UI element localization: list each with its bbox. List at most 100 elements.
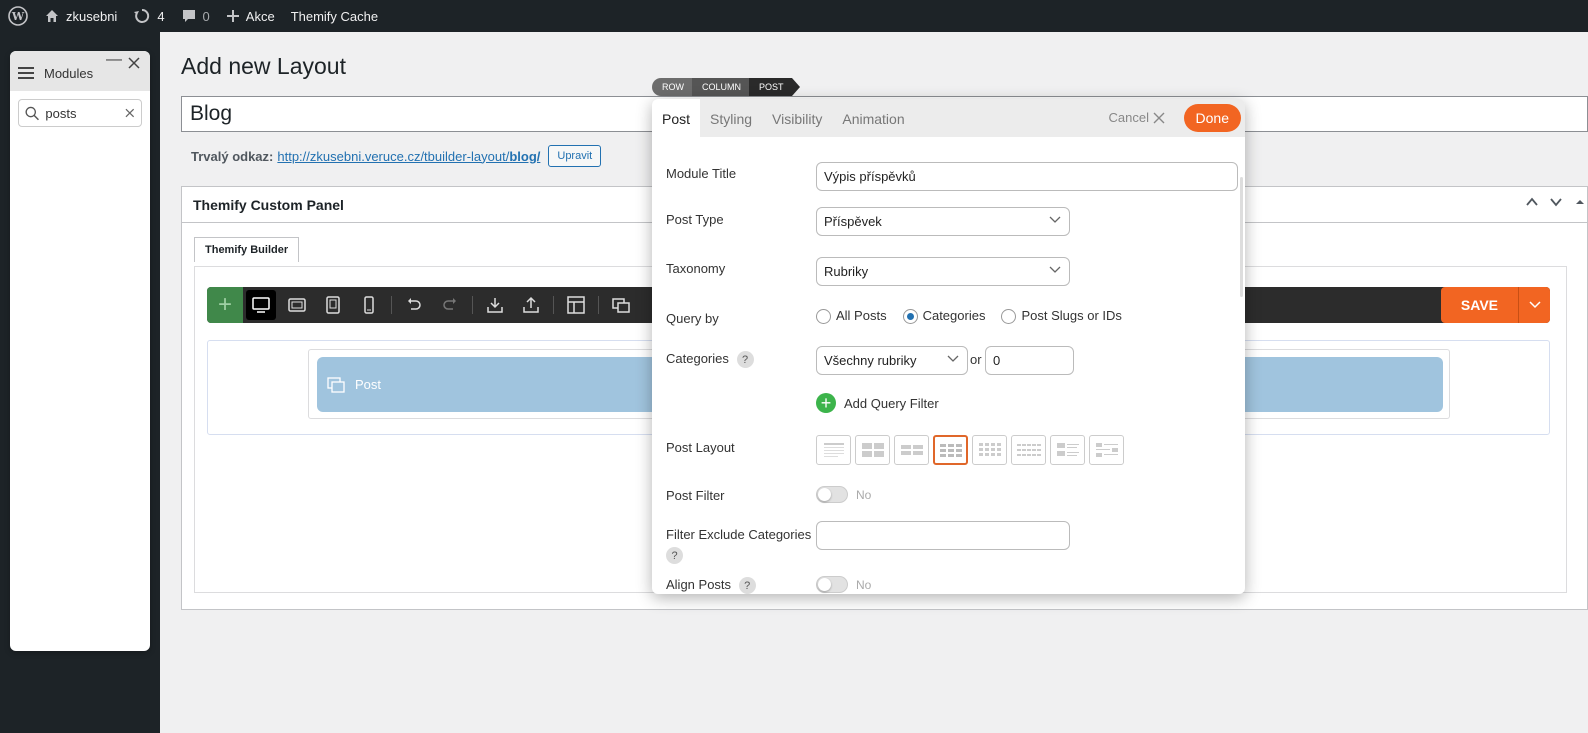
redo-icon[interactable] bbox=[432, 287, 468, 323]
save-button-group: SAVE bbox=[1440, 287, 1550, 323]
updates-count: 4 bbox=[157, 8, 165, 24]
done-button[interactable]: Done bbox=[1183, 104, 1241, 132]
plus-icon bbox=[226, 10, 239, 22]
mobile-view-icon[interactable] bbox=[351, 287, 387, 323]
themify-cache-link[interactable]: Themify Cache bbox=[283, 0, 386, 32]
layout-grid2-icon[interactable] bbox=[894, 435, 929, 465]
custom-panel-title: Themify Custom Panel bbox=[193, 196, 344, 213]
layout-list-alt-icon[interactable] bbox=[1089, 435, 1124, 465]
toggle-panel-icon[interactable] bbox=[1573, 195, 1587, 209]
wordpress-logo-icon[interactable]: W bbox=[0, 0, 36, 32]
tab-visibility[interactable]: Visibility bbox=[762, 99, 832, 137]
module-search-box[interactable] bbox=[18, 99, 142, 127]
post-filter-label: Post Filter bbox=[666, 488, 725, 503]
layout-list-thumb-icon[interactable] bbox=[1050, 435, 1085, 465]
post-type-select[interactable]: Příspěvek bbox=[816, 207, 1070, 236]
query-slugs-radio[interactable]: Post Slugs or IDs bbox=[1001, 308, 1122, 325]
layout-grid4-icon[interactable] bbox=[972, 435, 1007, 465]
close-icon[interactable] bbox=[128, 57, 140, 69]
desktop-view-icon[interactable] bbox=[246, 290, 276, 320]
filter-exclude-input[interactable] bbox=[816, 521, 1070, 550]
permalink-link[interactable]: http://zkusebni.veruce.cz/tbuilder-layou… bbox=[277, 149, 540, 164]
minimize-icon[interactable]: — bbox=[106, 51, 122, 69]
cancel-button[interactable]: Cancel bbox=[1109, 99, 1165, 137]
add-query-filter-label: Add Query Filter bbox=[844, 395, 939, 411]
query-slugs-label: Post Slugs or IDs bbox=[1021, 308, 1122, 323]
toolbar-divider bbox=[598, 296, 599, 314]
tablet-landscape-icon[interactable] bbox=[279, 287, 315, 323]
layouts-icon[interactable] bbox=[558, 287, 594, 323]
categories-select[interactable]: Všechny rubriky bbox=[816, 346, 968, 375]
help-icon[interactable]: ? bbox=[738, 577, 756, 594]
duplicate-icon[interactable] bbox=[603, 287, 639, 323]
query-categories-radio[interactable]: Categories bbox=[902, 308, 985, 325]
toggle-switch[interactable] bbox=[816, 576, 848, 593]
help-icon[interactable]: ? bbox=[736, 351, 754, 369]
module-title-label: Module Title bbox=[666, 166, 737, 181]
save-button[interactable]: SAVE bbox=[1440, 287, 1518, 323]
query-by-options: All Posts Categories Post Slugs or IDs bbox=[816, 308, 1122, 325]
import-icon[interactable] bbox=[477, 287, 513, 323]
radio-button[interactable] bbox=[1001, 309, 1017, 325]
help-icon[interactable]: ? bbox=[666, 547, 683, 565]
comments-link[interactable]: 0 bbox=[173, 0, 218, 32]
align-posts-label-row: Align Posts ? bbox=[666, 577, 756, 594]
undo-icon[interactable] bbox=[396, 287, 432, 323]
post-layout-options bbox=[816, 435, 1124, 465]
lightbox-scrollbar[interactable] bbox=[1240, 177, 1243, 297]
layout-list-post-icon[interactable] bbox=[816, 435, 851, 465]
tablet-portrait-icon[interactable] bbox=[315, 287, 351, 323]
permalink-url-base: http://zkusebni.veruce.cz/tbuilder-layou… bbox=[277, 148, 510, 164]
module-search-input[interactable] bbox=[45, 105, 126, 121]
categories-or-label: or bbox=[970, 352, 982, 367]
categories-id-input[interactable]: 0 bbox=[985, 346, 1074, 375]
post-filter-toggle[interactable]: No bbox=[816, 486, 871, 503]
tab-post[interactable]: Post bbox=[652, 99, 701, 137]
updates-link[interactable]: 4 bbox=[125, 0, 172, 32]
align-posts-toggle[interactable]: No bbox=[816, 576, 871, 593]
admin-bar: W zkusebni 4 0 Akce Themify Cache bbox=[0, 0, 1588, 32]
save-options-button[interactable] bbox=[1518, 287, 1550, 323]
svg-text:W: W bbox=[11, 10, 25, 23]
move-down-icon[interactable] bbox=[1549, 195, 1563, 209]
builder-breadcrumb: ROW COLUMN POST bbox=[652, 78, 799, 96]
filter-exclude-label-row: Filter Exclude Categories ? bbox=[666, 525, 816, 565]
search-icon bbox=[25, 106, 39, 120]
add-query-filter-button[interactable]: + Add Query Filter bbox=[816, 393, 939, 413]
breadcrumb-post[interactable]: POST bbox=[749, 78, 799, 96]
filter-exclude-label: Filter Exclude Categories bbox=[666, 527, 812, 542]
query-all-posts-radio[interactable]: All Posts bbox=[816, 308, 887, 325]
themify-cache-label: Themify Cache bbox=[290, 8, 379, 24]
breadcrumb-column[interactable]: COLUMN bbox=[692, 78, 750, 96]
taxonomy-select[interactable]: Rubriky bbox=[816, 257, 1070, 286]
comments-count: 0 bbox=[202, 8, 210, 24]
site-name-link[interactable]: zkusebni bbox=[36, 0, 125, 32]
toggle-switch[interactable] bbox=[816, 486, 848, 503]
tab-styling[interactable]: Styling bbox=[700, 99, 762, 137]
add-module-icon[interactable]: + bbox=[207, 287, 243, 323]
post-module-icon bbox=[327, 376, 345, 393]
new-content-label: Akce bbox=[245, 8, 275, 24]
radio-button[interactable] bbox=[816, 309, 831, 325]
tab-themify-builder[interactable]: Themify Builder bbox=[194, 237, 300, 262]
site-name-label: zkusebni bbox=[66, 8, 118, 24]
export-icon[interactable] bbox=[513, 287, 549, 323]
refresh-icon bbox=[134, 8, 150, 23]
edit-permalink-button[interactable]: Upravit bbox=[548, 145, 602, 167]
tab-animation[interactable]: Animation bbox=[832, 99, 914, 137]
taxonomy-label: Taxonomy bbox=[666, 261, 726, 276]
move-up-icon[interactable] bbox=[1525, 195, 1539, 209]
new-content-link[interactable]: Akce bbox=[218, 0, 283, 32]
clear-search-icon[interactable] bbox=[125, 108, 135, 118]
layout-grid2-large-icon[interactable] bbox=[855, 435, 890, 465]
permalink-label: Trvalý odkaz: bbox=[191, 148, 274, 164]
menu-icon[interactable] bbox=[18, 66, 34, 80]
module-title-input[interactable]: Výpis příspěvků bbox=[816, 162, 1238, 191]
radio-button-selected[interactable] bbox=[902, 309, 918, 325]
modules-panel-header[interactable]: Modules — bbox=[10, 51, 150, 91]
layout-grid5-icon[interactable] bbox=[1011, 435, 1046, 465]
modules-panel: Modules — bbox=[10, 51, 150, 651]
breadcrumb-row[interactable]: ROW bbox=[652, 78, 692, 96]
cancel-label: Cancel bbox=[1108, 110, 1149, 125]
layout-grid3-icon[interactable] bbox=[933, 435, 968, 465]
